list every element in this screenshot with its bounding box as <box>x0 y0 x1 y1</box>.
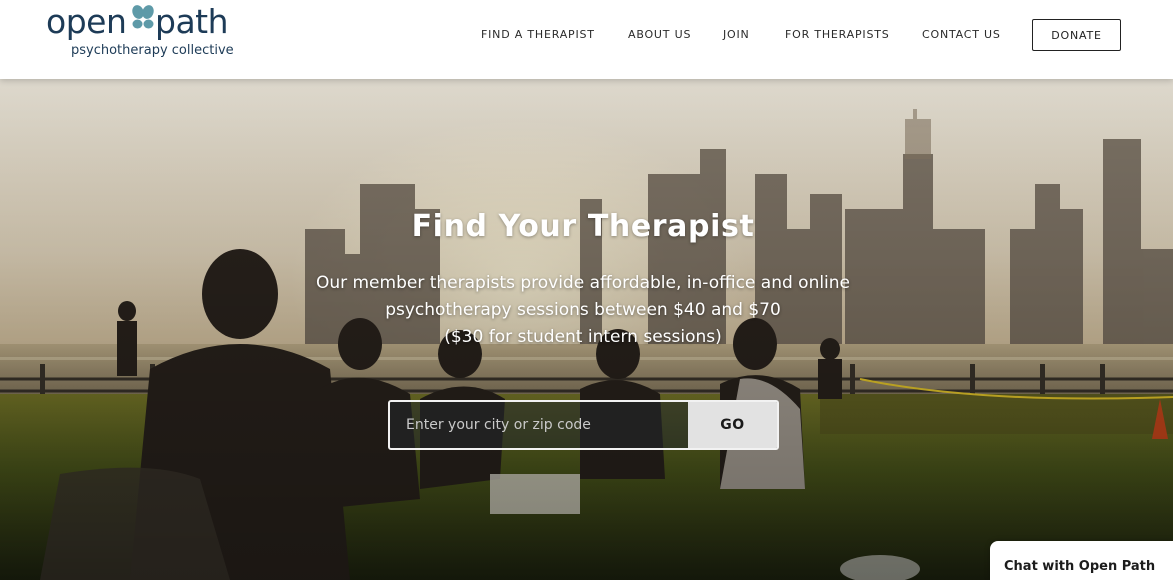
hero-description: Our member therapists provide affordable… <box>0 270 1166 351</box>
location-search-input[interactable] <box>390 402 688 448</box>
logo-word-open: open <box>46 2 127 41</box>
logo-tagline: psychotherapy collective <box>71 43 234 58</box>
site-header: open path psychotherapy collective FIND … <box>0 0 1173 79</box>
nav-find-a-therapist[interactable]: FIND A THERAPIST <box>481 28 595 41</box>
nav-contact-us[interactable]: CONTACT US <box>922 28 1001 41</box>
donate-button[interactable]: DONATE <box>1032 19 1121 51</box>
hero-description-line: ($30 for student intern sessions) <box>444 327 722 347</box>
location-search-form: GO <box>388 400 779 450</box>
chat-widget-tab[interactable]: Chat with Open Path <box>990 541 1173 580</box>
nav-for-therapists[interactable]: FOR THERAPISTS <box>785 28 890 41</box>
hero-description-line: psychotherapy sessions between $40 and $… <box>385 300 781 320</box>
nav-join[interactable]: JOIN <box>723 28 750 41</box>
chat-widget-label: Chat with Open Path <box>1004 559 1156 574</box>
logo-word-path: path <box>155 2 229 41</box>
open-path-logo[interactable]: open path psychotherapy collective <box>46 2 246 64</box>
hero-title: Find Your Therapist <box>411 209 755 244</box>
butterfly-logo-icon <box>132 5 154 29</box>
nav-about-us[interactable]: ABOUT US <box>628 28 691 41</box>
go-button[interactable]: GO <box>688 402 777 448</box>
hero-description-line: Our member therapists provide affordable… <box>315 273 851 293</box>
hero-section: Find Your Therapist Our member therapist… <box>0 79 1173 580</box>
